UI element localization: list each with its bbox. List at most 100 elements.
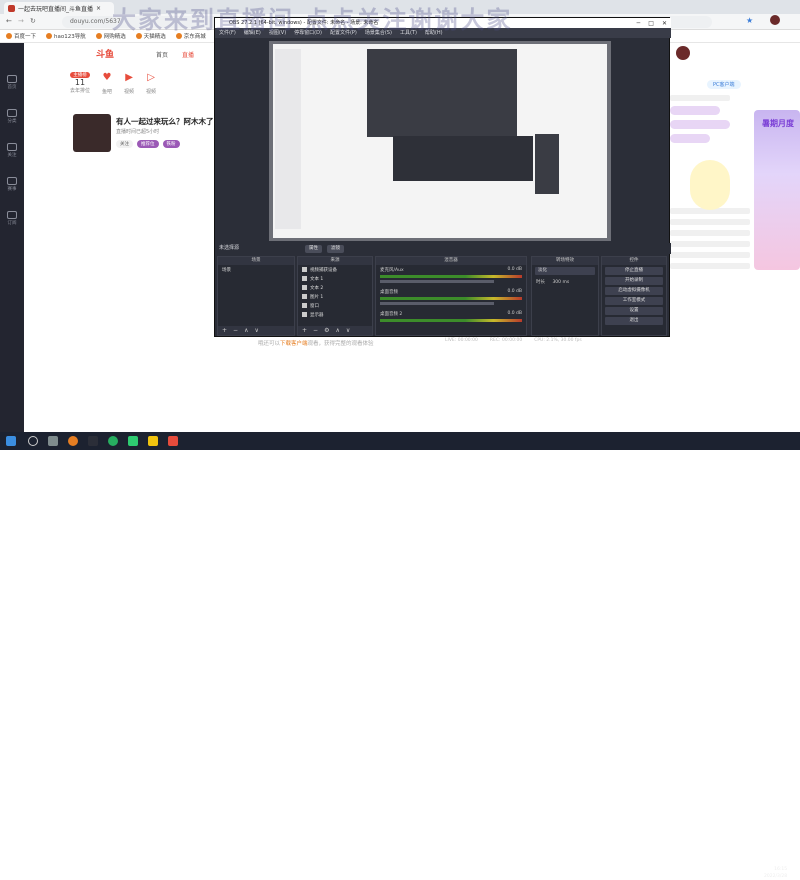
tag-fans[interactable]: 铁粉	[162, 140, 180, 148]
obs-icon[interactable]	[88, 436, 98, 446]
studio-mode-button[interactable]: 工作室模式	[605, 297, 663, 305]
remove-icon[interactable]: −	[313, 326, 318, 335]
obs-status-bar: LIVE: 00:00:00 REC: 00:00:00 CPU: 2.1%, …	[445, 338, 582, 343]
preview-capture	[273, 44, 607, 238]
promo-title: 暑期月度	[762, 119, 794, 128]
down-icon[interactable]: ∨	[254, 326, 258, 335]
stat-rank[interactable]: 主播榜 11 去年排位	[70, 72, 91, 95]
text-icon	[302, 276, 307, 281]
text-icon	[302, 285, 307, 290]
dock-footer: + − ⚙ ∧ ∨	[298, 326, 372, 335]
browser-tab[interactable]: 一起去玩吧直播间_斗鱼直播 ×	[4, 2, 114, 14]
forward-icon[interactable]: →	[18, 17, 24, 25]
reload-icon[interactable]: ↻	[30, 17, 36, 25]
panel-line	[670, 95, 730, 101]
panel-button[interactable]	[670, 106, 720, 115]
rail-item[interactable]: 首页	[3, 73, 21, 95]
download-link[interactable]: 下载客户端	[280, 341, 308, 347]
app-icon[interactable]	[168, 436, 178, 446]
transition-select[interactable]: 淡化	[535, 267, 595, 275]
tag-recommend[interactable]: 推荐位	[137, 140, 159, 148]
close-icon[interactable]: ×	[96, 5, 101, 12]
panel-button[interactable]	[670, 134, 710, 143]
scenes-dock: 场景 场景 + − ∧ ∨	[217, 256, 295, 336]
filters-button[interactable]: 滤镜	[327, 245, 344, 253]
download-hint: 哦还可以下载客户端观看，获得完整的观看体验	[258, 341, 374, 347]
duration-input[interactable]: 300 ms	[552, 280, 569, 285]
nav-home[interactable]: 首页	[156, 50, 168, 59]
cpu-fps: CPU: 2.1%, 30.00 fps	[534, 338, 582, 343]
gear-icon[interactable]: ⚙	[324, 326, 329, 335]
play-icon: ▷	[147, 72, 155, 83]
source-item[interactable]: 窗口	[298, 301, 372, 310]
streamer-avatar[interactable]	[73, 114, 111, 152]
exit-button[interactable]: 退出	[605, 317, 663, 325]
volume-slider[interactable]	[380, 302, 494, 305]
taskview-icon[interactable]	[48, 436, 58, 446]
start-recording-button[interactable]: 开始录制	[605, 277, 663, 285]
up-icon[interactable]: ∧	[244, 326, 248, 335]
rail-item[interactable]: 赛事	[3, 175, 21, 197]
mixer-channel: 麦克风/Aux 0.0 dB	[376, 265, 526, 287]
mixer-dock: 混音器 麦克风/Aux 0.0 dB 桌面音频 0.0 dB 桌面音频 2 0.…	[375, 256, 527, 336]
stat-fishbar[interactable]: ♥ 鱼吧	[102, 72, 112, 95]
system-clock[interactable]: 16:15 2022/3/28	[764, 866, 787, 880]
transition-duration: 时长 300 ms	[536, 280, 570, 285]
follow-button[interactable]: 关注	[116, 140, 133, 148]
remove-icon[interactable]: −	[233, 326, 238, 335]
preview-nested-obs	[367, 49, 517, 137]
start-icon[interactable]	[6, 436, 16, 446]
search-icon[interactable]	[28, 436, 38, 446]
controls-dock: 控件 停止直播 开始录制 启动虚拟摄像机 工作室模式 设置 退出	[601, 256, 667, 336]
source-item[interactable]: 文本 1	[298, 274, 372, 283]
dock-footer: + − ∧ ∨	[218, 326, 294, 335]
subscribe-icon	[7, 211, 17, 219]
stop-streaming-button[interactable]: 停止直播	[605, 267, 663, 275]
profile-avatar[interactable]	[676, 46, 690, 60]
pc-client-button[interactable]: PC客户端	[707, 80, 741, 89]
back-icon[interactable]: ←	[6, 17, 12, 25]
sources-dock: 来源 视频捕获设备 文本 1 文本 2 图片 1 窗口 显示器 + − ⚙ ∧ ∨	[297, 256, 373, 336]
rail-item[interactable]: 订阅	[3, 209, 21, 231]
folder-icon[interactable]	[148, 436, 158, 446]
source-item[interactable]: 图片 1	[298, 292, 372, 301]
mixer-channel: 桌面音频 2 0.0 dB	[376, 309, 526, 331]
stat-video-2[interactable]: ▷ 视频	[146, 72, 156, 95]
down-icon[interactable]: ∨	[346, 326, 350, 335]
match-icon	[7, 177, 17, 185]
left-rail: 首页 分类 关注 赛事 订阅	[0, 43, 24, 432]
virtual-camera-button[interactable]: 启动虚拟摄像机	[605, 287, 663, 295]
volume-meter	[380, 319, 522, 322]
panel-line	[670, 263, 750, 269]
panel-button[interactable]	[670, 120, 730, 129]
volume-meter	[380, 275, 522, 278]
preview-nested-controls	[535, 134, 559, 194]
panel-line	[670, 230, 750, 236]
obs-preview[interactable]	[269, 41, 611, 241]
add-icon[interactable]: +	[302, 326, 307, 335]
bookmark-item[interactable]: 百度一下	[6, 32, 36, 40]
nav-live[interactable]: 直播	[182, 50, 194, 59]
chrome-icon[interactable]	[108, 436, 118, 446]
stat-video[interactable]: ▶ 视频	[124, 72, 134, 95]
up-icon[interactable]: ∧	[335, 326, 339, 335]
dock-header: 转场特效	[532, 257, 598, 265]
bookmark-item[interactable]: hao123导航	[46, 32, 86, 40]
camera-icon	[302, 267, 307, 272]
right-panel	[670, 95, 750, 325]
properties-button[interactable]: 属性	[305, 245, 322, 253]
source-item[interactable]: 显示器	[298, 310, 372, 319]
wechat-icon[interactable]	[128, 436, 138, 446]
rail-item[interactable]: 关注	[3, 141, 21, 163]
volume-slider[interactable]	[380, 280, 494, 283]
source-item[interactable]: 视频捕获设备	[298, 265, 372, 274]
settings-button[interactable]: 设置	[605, 307, 663, 315]
promo-banner[interactable]	[754, 110, 800, 270]
dock-header: 控件	[602, 257, 666, 265]
site-logo[interactable]: 斗鱼	[96, 47, 130, 60]
scene-item[interactable]: 场景	[218, 265, 294, 274]
source-item[interactable]: 文本 2	[298, 283, 372, 292]
rail-item[interactable]: 分类	[3, 107, 21, 129]
add-icon[interactable]: +	[222, 326, 227, 335]
browser-icon[interactable]	[68, 436, 78, 446]
